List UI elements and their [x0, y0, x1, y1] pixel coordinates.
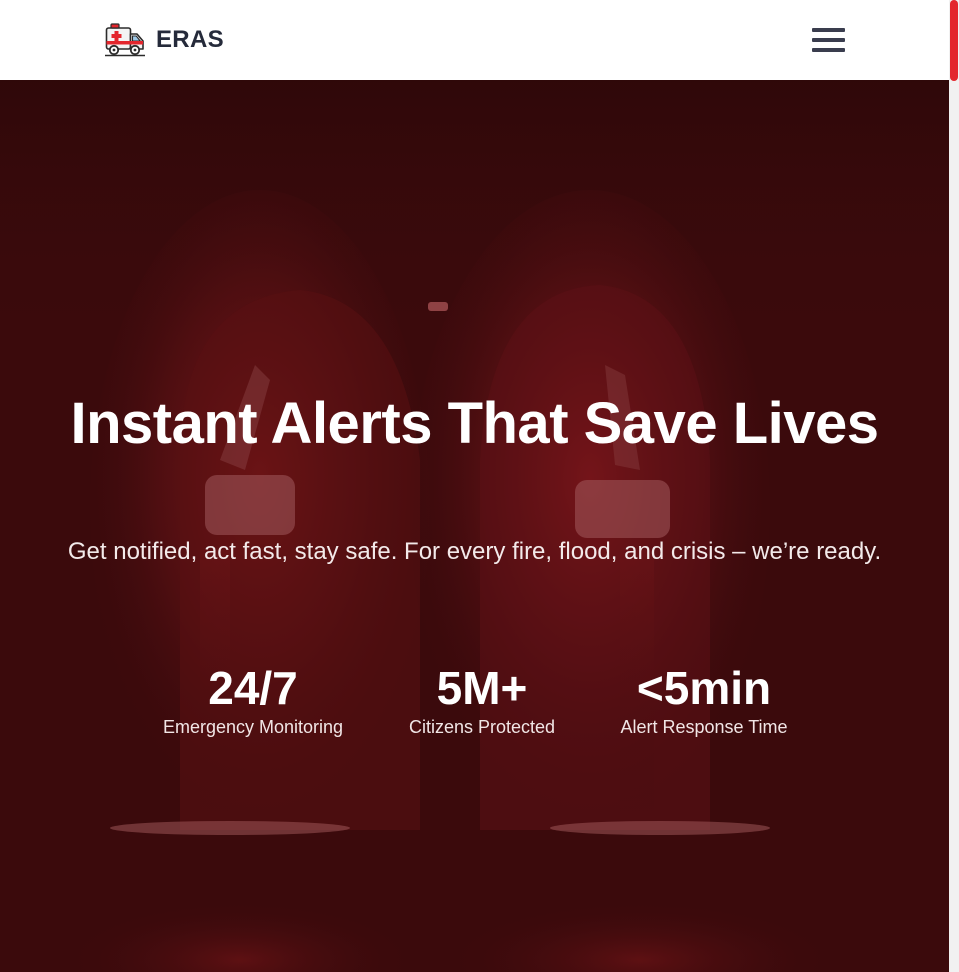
hero-section: Instant Alerts That Save Lives Get notif…	[0, 80, 949, 972]
hero-content: Instant Alerts That Save Lives Get notif…	[0, 80, 949, 972]
stat-value: 24/7	[208, 662, 298, 714]
menu-bar	[812, 28, 845, 32]
stat-value: 5M+	[436, 662, 528, 714]
hero-subtitle: Get notified, act fast, stay safe. For e…	[67, 538, 882, 565]
site-header: ERAS	[0, 0, 949, 80]
menu-bar	[812, 38, 845, 42]
stat-emergency-monitoring: 24/7 Emergency Monitoring	[143, 664, 363, 738]
hamburger-menu-button[interactable]	[812, 27, 845, 53]
stat-value: <5min	[636, 662, 772, 714]
stat-citizens-protected: 5M+ Citizens Protected	[392, 664, 572, 738]
page: ERAS Instant Alerts That Save Lives Get …	[0, 0, 949, 972]
hero-title: Instant Alerts That Save Lives	[70, 391, 879, 456]
page-scrollbar[interactable]	[949, 0, 959, 972]
stat-alert-response-time: <5min Alert Response Time	[604, 664, 804, 738]
brand-logo-link[interactable]: ERAS	[105, 22, 224, 58]
menu-bar	[812, 48, 845, 52]
scrollbar-thumb[interactable]	[950, 0, 958, 81]
stat-label: Emergency Monitoring	[162, 717, 344, 737]
ambulance-icon	[105, 23, 145, 57]
stat-label: Citizens Protected	[408, 717, 556, 737]
brand-name: ERAS	[156, 26, 224, 53]
stat-label: Alert Response Time	[620, 717, 788, 737]
